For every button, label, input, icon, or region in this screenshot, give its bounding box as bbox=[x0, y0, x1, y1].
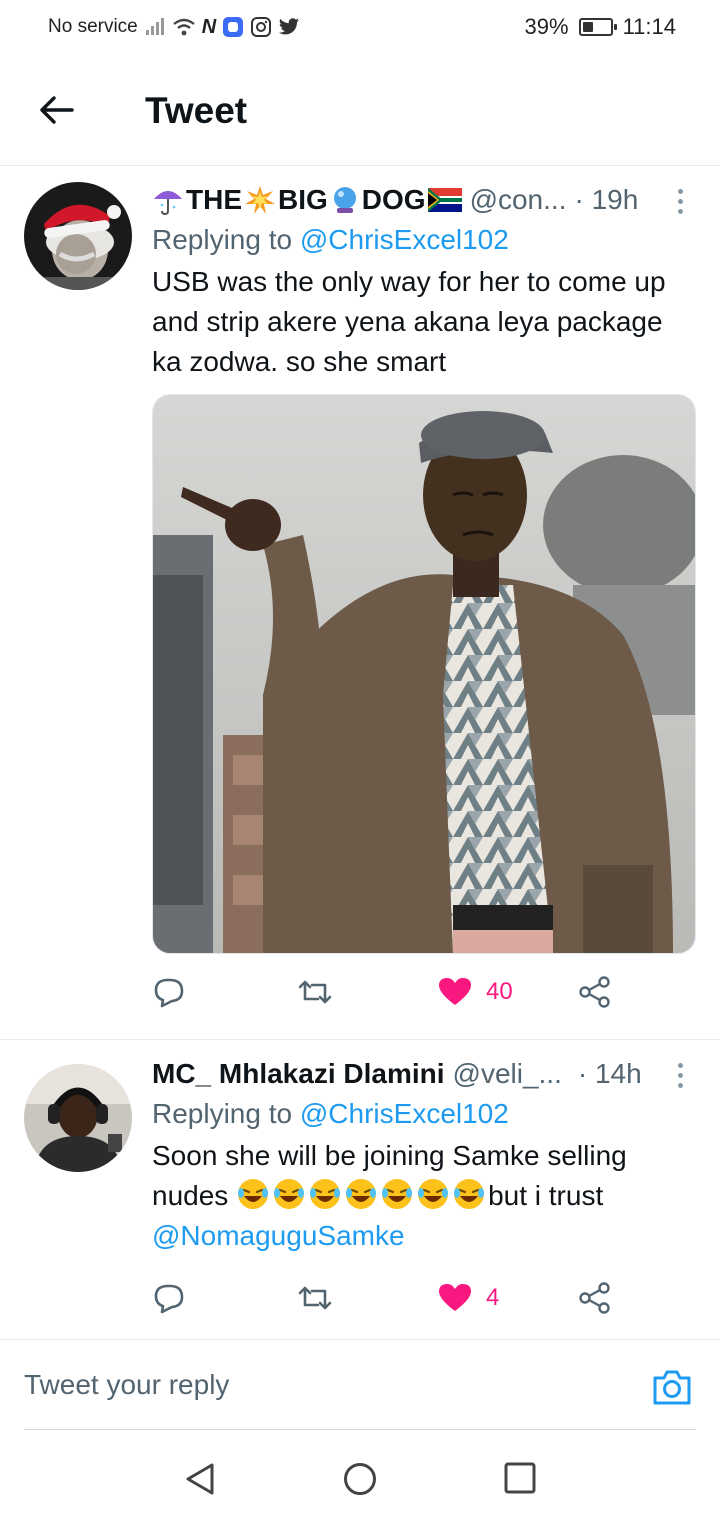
page-title: Tweet bbox=[145, 90, 248, 131]
umbrella-emoji-icon bbox=[154, 191, 182, 215]
display-name[interactable]: MC_ Mhlakazi Dlamini bbox=[152, 1058, 445, 1090]
tweet[interactable]: THE BIG DOG @con... · 19h Replying to @C… bbox=[0, 166, 720, 1040]
arrow-left-icon bbox=[40, 96, 74, 124]
tweet-text-part: but i trust bbox=[488, 1180, 604, 1211]
reply-icon bbox=[154, 1284, 184, 1314]
carrier-label: No service bbox=[48, 16, 138, 37]
replying-to: Replying to @ChrisExcel102 bbox=[152, 1098, 696, 1130]
mention-link[interactable]: @ChrisExcel102 bbox=[300, 1098, 509, 1129]
share-button[interactable] bbox=[578, 976, 612, 1008]
avatar[interactable] bbox=[24, 182, 132, 290]
camera-button[interactable] bbox=[652, 1368, 692, 1408]
tweet-actions: 4 bbox=[152, 1278, 696, 1318]
tweet-image[interactable] bbox=[152, 394, 696, 954]
laughing-emoji-icon bbox=[236, 1179, 272, 1211]
tweet-actions: 40 bbox=[152, 972, 696, 1012]
share-icon bbox=[579, 1282, 610, 1314]
tweet-text: Soon she will be joining Samke selling n… bbox=[152, 1136, 696, 1256]
collision-emoji-icon bbox=[245, 186, 275, 214]
battery-icon bbox=[578, 18, 617, 36]
tweet-header: MC_ Mhlakazi Dlamini @veli_... · 14h bbox=[152, 1056, 696, 1092]
more-options-button[interactable] bbox=[668, 186, 692, 216]
like-button[interactable]: 4 bbox=[438, 1283, 499, 1313]
more-options-button[interactable] bbox=[668, 1060, 692, 1090]
heart-filled-icon bbox=[439, 978, 471, 1005]
system-navigation-bar bbox=[0, 1430, 720, 1520]
tweet-time: · 14h bbox=[577, 1058, 642, 1089]
user-handle[interactable]: @con... bbox=[470, 184, 567, 216]
replying-label: Replying to bbox=[152, 1098, 293, 1129]
laughing-emoji-icon bbox=[308, 1179, 344, 1211]
status-bar: No service N 39% 11:14 bbox=[0, 0, 720, 56]
camera-icon bbox=[653, 1370, 691, 1405]
display-name[interactable]: THE BIG DOG bbox=[152, 184, 462, 216]
triangle-back-icon bbox=[186, 1463, 214, 1495]
instagram-icon bbox=[250, 16, 272, 38]
heart-filled-icon bbox=[439, 1284, 471, 1311]
south-africa-flag-icon bbox=[427, 188, 462, 212]
retweet-button[interactable] bbox=[298, 1283, 332, 1313]
nav-home-button[interactable] bbox=[343, 1462, 377, 1501]
laughing-emoji-icon bbox=[416, 1179, 452, 1211]
top-app-bar: Tweet bbox=[0, 56, 720, 166]
display-name-part: BIG bbox=[278, 184, 328, 215]
laughing-emoji-icon bbox=[272, 1179, 308, 1211]
nav-back-button[interactable] bbox=[184, 1462, 216, 1501]
user-handle[interactable]: @veli_... bbox=[453, 1058, 562, 1090]
clock: 11:14 bbox=[622, 14, 676, 39]
retweet-button[interactable] bbox=[298, 977, 332, 1007]
retweet-icon bbox=[298, 980, 332, 1004]
reply-button[interactable] bbox=[152, 976, 186, 1008]
mention-link[interactable]: @ChrisExcel102 bbox=[300, 224, 509, 255]
reply-input[interactable]: Tweet your reply bbox=[24, 1340, 696, 1430]
battery-level bbox=[582, 22, 593, 32]
replying-to: Replying to @ChrisExcel102 bbox=[152, 224, 696, 256]
mention-link[interactable]: @NomaguguSamke bbox=[152, 1220, 405, 1251]
share-icon bbox=[579, 976, 610, 1008]
square-recents-icon bbox=[504, 1462, 536, 1494]
display-name-part: THE bbox=[186, 184, 242, 215]
twitter-bird-icon bbox=[278, 16, 300, 38]
like-count: 40 bbox=[486, 978, 513, 1005]
reply-button[interactable] bbox=[152, 1282, 186, 1314]
shield-notification-icon bbox=[222, 16, 244, 38]
avatar[interactable] bbox=[24, 1064, 132, 1172]
reply-icon bbox=[154, 978, 184, 1008]
replying-label: Replying to bbox=[152, 224, 293, 255]
crystal-ball-emoji-icon bbox=[333, 187, 356, 213]
like-count: 4 bbox=[486, 1284, 500, 1311]
wifi-icon bbox=[172, 16, 196, 38]
n-notification-icon: N bbox=[201, 15, 217, 38]
display-name-part: DOG bbox=[361, 184, 426, 215]
battery-percent: 39% bbox=[524, 14, 569, 39]
tweet[interactable]: MC_ Mhlakazi Dlamini @veli_... · 14h Rep… bbox=[0, 1040, 720, 1340]
tweet-time: · 19h bbox=[574, 184, 639, 215]
back-button[interactable] bbox=[30, 88, 82, 132]
signal-icon bbox=[144, 16, 166, 38]
laughing-emoji-icon bbox=[452, 1179, 488, 1211]
retweet-icon bbox=[298, 1286, 332, 1310]
tweet-header: THE BIG DOG @con... · 19h bbox=[152, 182, 696, 218]
tweet-text: USB was the only way for her to come up … bbox=[152, 266, 666, 377]
share-button[interactable] bbox=[578, 1282, 612, 1314]
like-button[interactable]: 40 bbox=[438, 977, 513, 1007]
laughing-emoji-icon bbox=[380, 1179, 416, 1211]
circle-home-icon bbox=[344, 1463, 376, 1495]
laughing-emoji-icon bbox=[344, 1179, 380, 1211]
reply-composer: Tweet your reply bbox=[0, 1340, 720, 1430]
nav-recents-button[interactable] bbox=[504, 1462, 536, 1499]
